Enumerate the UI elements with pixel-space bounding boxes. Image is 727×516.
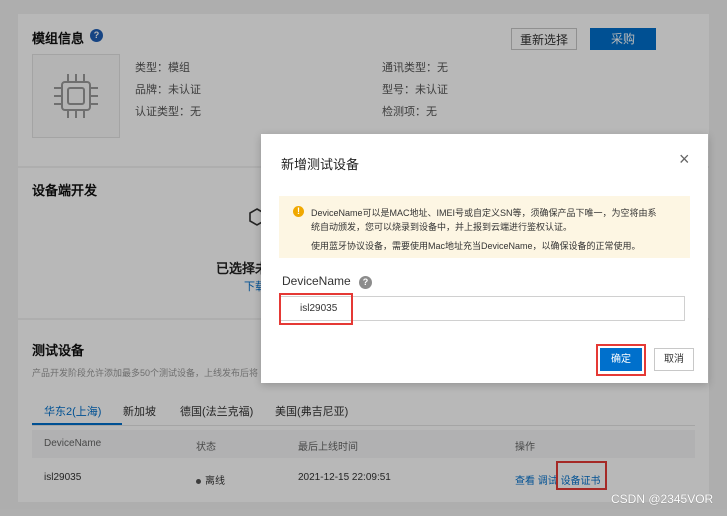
highlight-box-confirm [596, 344, 646, 376]
notice-line-1: DeviceName可以是MAC地址、IMEI号或自定义SN等，须确保产品下唯一… [311, 208, 657, 218]
field-help-icon[interactable]: ? [359, 276, 372, 289]
devicename-label: DeviceName [282, 274, 351, 288]
notice-line-2: 统自动颁发，您可以烧录到设备中，并上报到云端进行鉴权认证。 [311, 222, 573, 232]
notice-line-3: 使用蓝牙协议设备，需要使用Mac地址充当DeviceName，以确保设备的正常使… [311, 241, 641, 251]
watermark: CSDN @2345VOR [611, 492, 714, 506]
notice-box: ! DeviceName可以是MAC地址、IMEI号或自定义SN等，须确保产品下… [279, 196, 690, 258]
cancel-button[interactable]: 取消 [654, 348, 694, 371]
warning-icon: ! [293, 206, 304, 217]
dialog-title: 新增测试设备 [281, 157, 360, 172]
add-test-device-dialog: 新增测试设备 × ! DeviceName可以是MAC地址、IMEI号或自定义S… [261, 134, 708, 383]
highlight-box-input [279, 293, 353, 325]
close-icon[interactable]: × [679, 150, 690, 168]
